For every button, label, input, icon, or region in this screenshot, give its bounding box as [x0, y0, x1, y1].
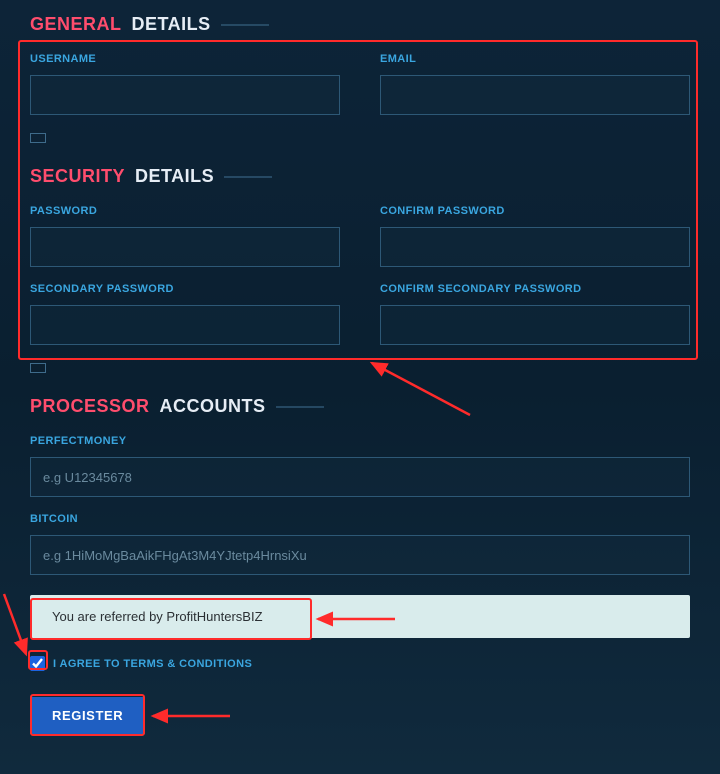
field-confirm-secondary: CONFIRM SECONDARY PASSWORD [380, 283, 690, 345]
section-title-general: GENERAL DETAILS [30, 14, 690, 35]
field-secondary-password: SECONDARY PASSWORD [30, 283, 340, 345]
decorative-tick [30, 133, 46, 143]
label-perfectmoney: PERFECTMONEY [30, 435, 690, 447]
section-title-processor: PROCESSOR ACCOUNTS [30, 396, 690, 417]
title-plain: DETAILS [135, 166, 214, 187]
section-title-security: SECURITY DETAILS [30, 166, 690, 187]
label-confirm-secondary: CONFIRM SECONDARY PASSWORD [380, 283, 690, 295]
section-processor: PROCESSOR ACCOUNTS PERFECTMONEY BITCOIN … [30, 396, 690, 734]
title-accent: PROCESSOR [30, 396, 150, 417]
title-divider [224, 176, 272, 178]
field-email: EMAIL [380, 53, 690, 115]
label-secondary-password: SECONDARY PASSWORD [30, 283, 340, 295]
label-username: USERNAME [30, 53, 340, 65]
referral-banner: You are referred by ProfitHuntersBIZ [30, 595, 690, 638]
input-password[interactable] [30, 227, 340, 267]
terms-checkbox[interactable] [30, 656, 45, 671]
field-bitcoin: BITCOIN [30, 513, 690, 575]
input-confirm-password[interactable] [380, 227, 690, 267]
label-password: PASSWORD [30, 205, 340, 217]
title-divider [221, 24, 269, 26]
input-perfectmoney[interactable] [30, 457, 690, 497]
input-email[interactable] [380, 75, 690, 115]
section-security: SECURITY DETAILS PASSWORD CONFIRM PASSWO… [30, 166, 690, 345]
field-username: USERNAME [30, 53, 340, 115]
label-bitcoin: BITCOIN [30, 513, 690, 525]
section-general: GENERAL DETAILS USERNAME EMAIL [30, 14, 690, 115]
title-plain: DETAILS [132, 14, 211, 35]
input-secondary-password[interactable] [30, 305, 340, 345]
input-confirm-secondary[interactable] [380, 305, 690, 345]
title-divider [276, 406, 324, 408]
title-accent: SECURITY [30, 166, 125, 187]
input-username[interactable] [30, 75, 340, 115]
title-accent: GENERAL [30, 14, 122, 35]
terms-row: I AGREE TO TERMS & CONDITIONS [30, 656, 690, 671]
input-bitcoin[interactable] [30, 535, 690, 575]
label-email: EMAIL [380, 53, 690, 65]
field-password: PASSWORD [30, 205, 340, 267]
field-confirm-password: CONFIRM PASSWORD [380, 205, 690, 267]
terms-label: I AGREE TO TERMS & CONDITIONS [53, 658, 252, 670]
decorative-tick [30, 363, 46, 373]
register-button[interactable]: REGISTER [30, 697, 145, 734]
title-plain: ACCOUNTS [160, 396, 266, 417]
label-confirm-password: CONFIRM PASSWORD [380, 205, 690, 217]
field-perfectmoney: PERFECTMONEY [30, 435, 690, 497]
